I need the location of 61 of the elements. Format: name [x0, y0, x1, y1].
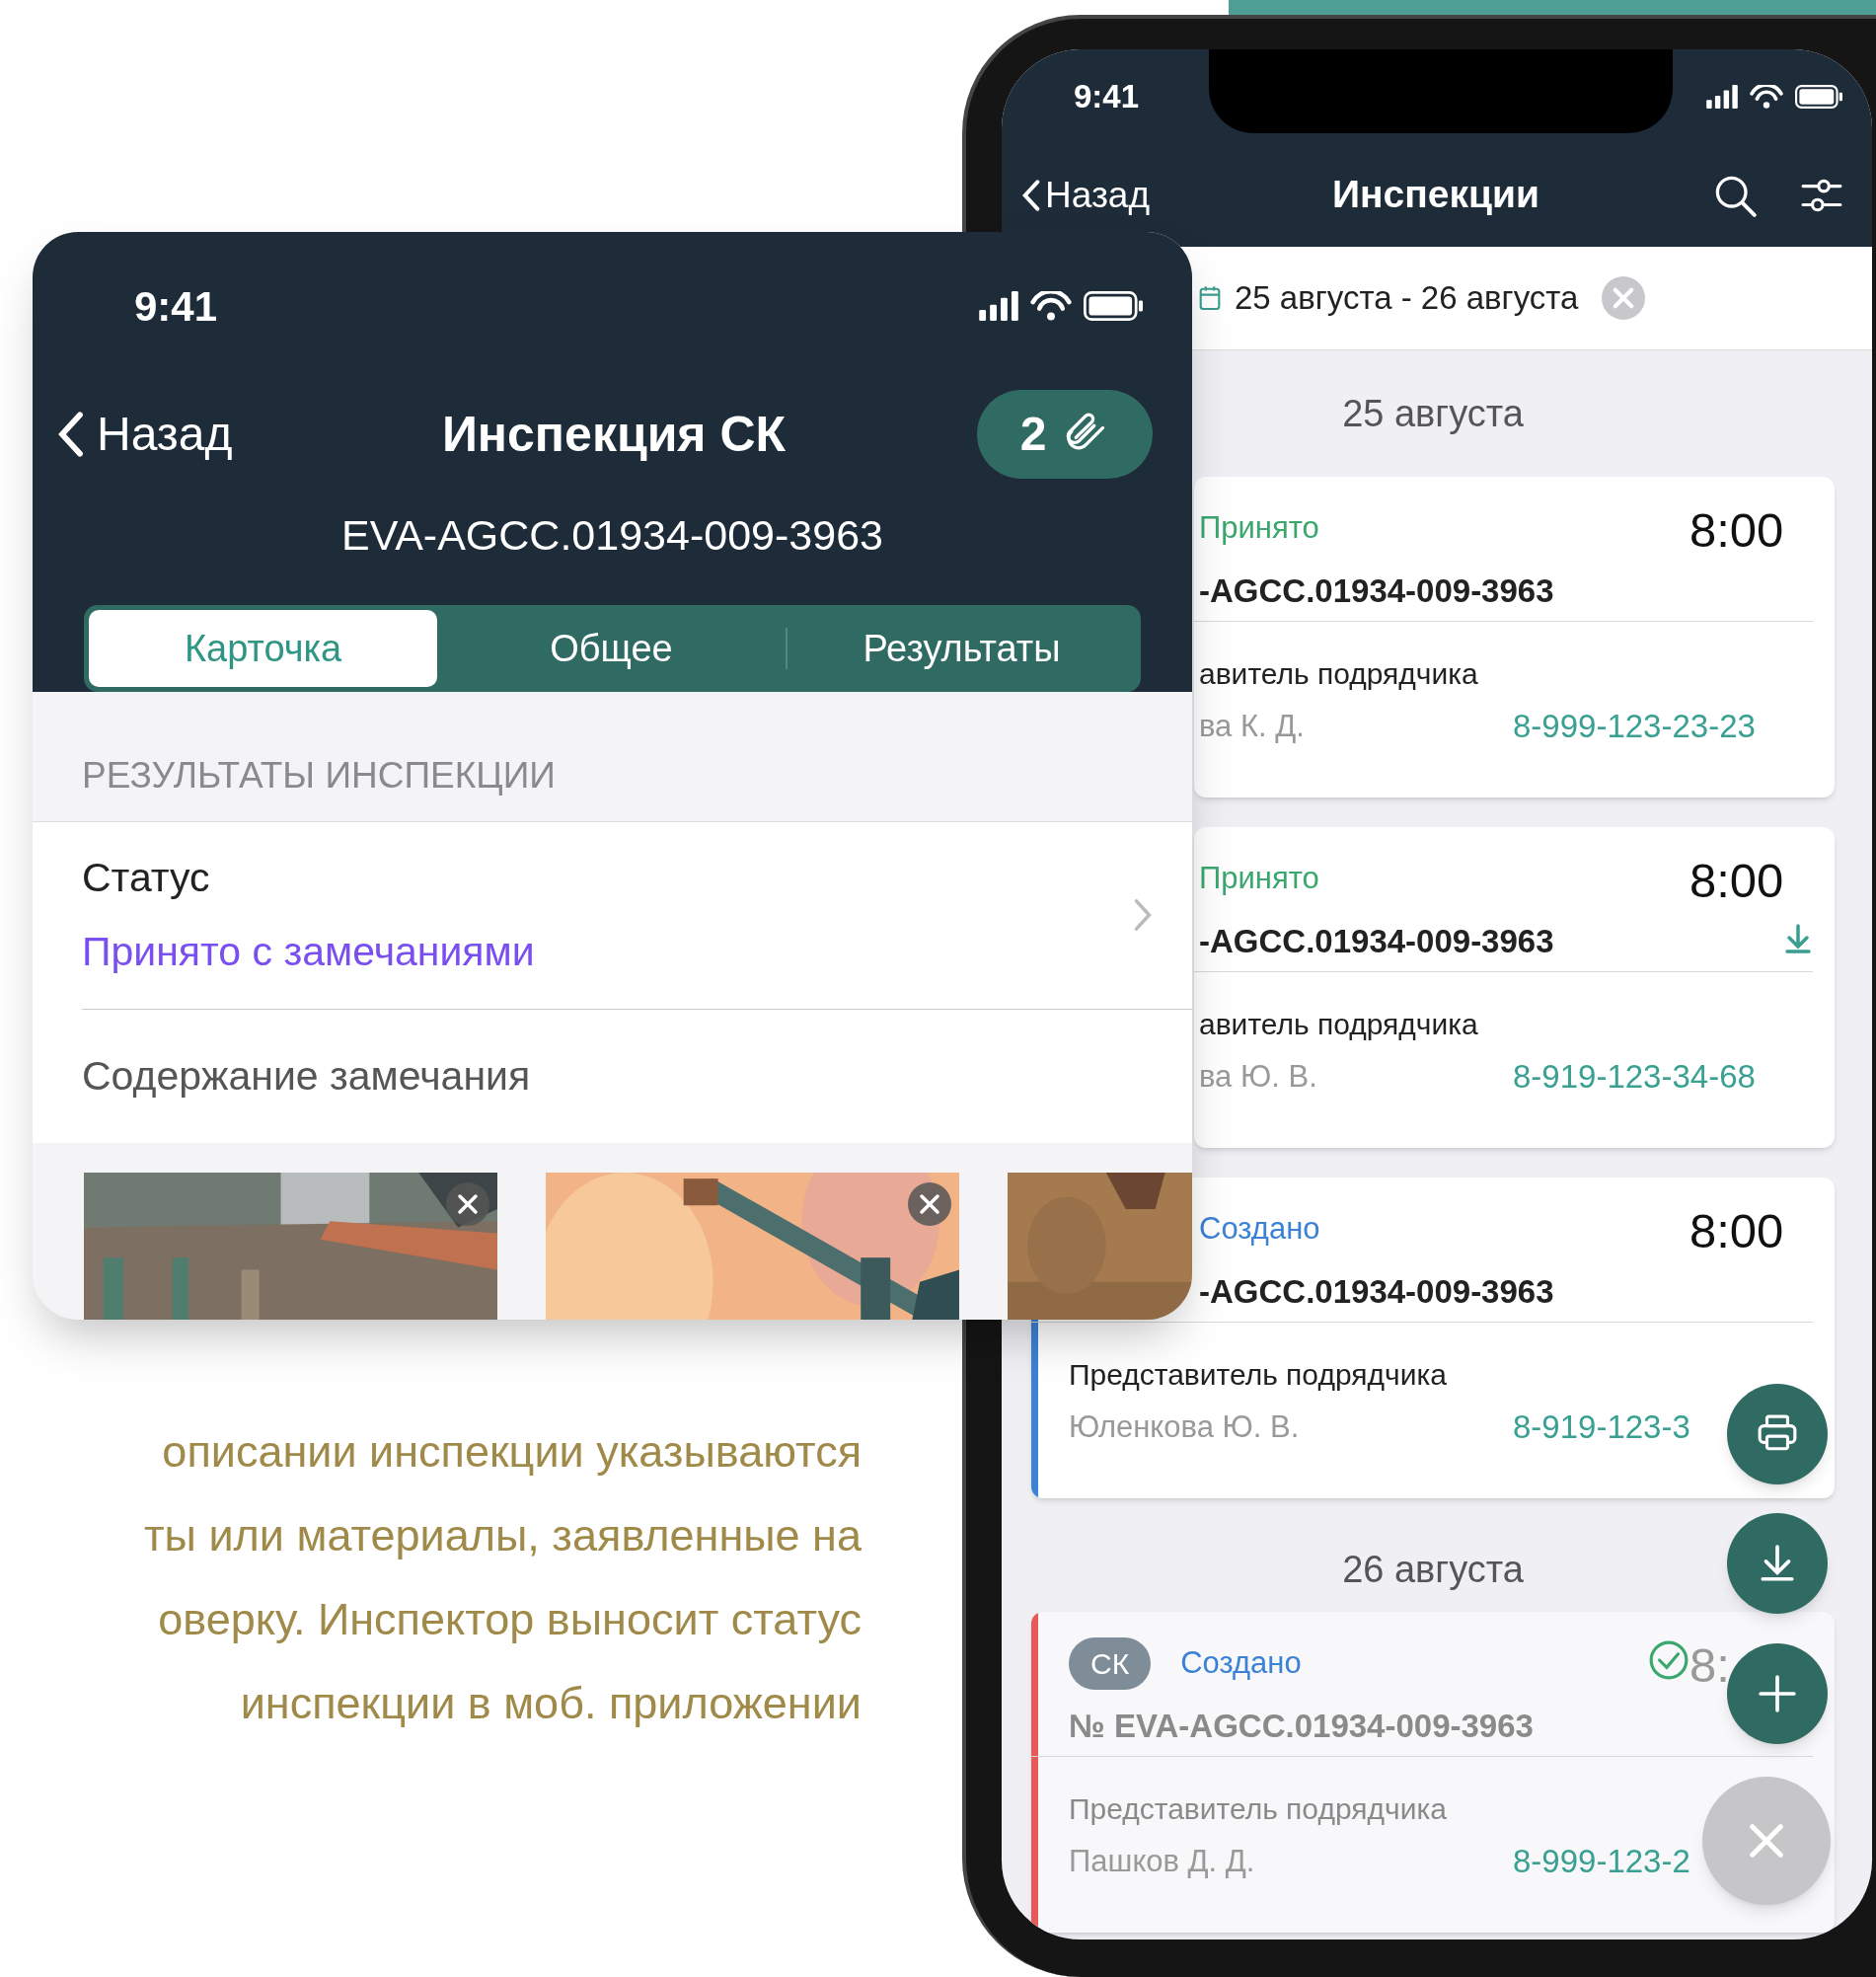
segment-tab[interactable]: Карточка: [89, 610, 437, 687]
battery-icon: [1084, 291, 1143, 321]
inspection-card[interactable]: Принято 8:00 -AGCC.01934-009-3963 авитель подрядчика ва К. Д. 8-999-123-23-23: [1194, 477, 1835, 798]
wifi-icon: [1750, 84, 1783, 109]
plus-icon: [1757, 1673, 1798, 1714]
back-chevron-icon: [1021, 179, 1041, 211]
contractor-label: авитель подрядчика: [1199, 656, 1478, 692]
description-text: описании инспекции указываются ты или материалы, заявленные на оверку. Инспектор выносит статус инспекции в моб. приложении: [142, 1425, 862, 1730]
screen-title: Инспекция СК: [441, 405, 787, 464]
status-label: Принято: [1199, 860, 1319, 898]
contractor-name: Пашков Д. Д.: [1069, 1842, 1255, 1880]
time-text: 8:00: [1689, 1203, 1784, 1259]
contractor-label: авитель подрядчика: [1199, 1007, 1478, 1042]
phone-link[interactable]: 8-919-123-34-68: [1513, 1052, 1756, 1102]
check-circle-icon: [1648, 1639, 1689, 1681]
attachments-button[interactable]: 2: [977, 390, 1153, 479]
inspection-card[interactable]: Принято 8:00 -AGCC.01934-009-3963 авитель подрядчика ва Ю. В. 8-919-123-34-68: [1194, 827, 1835, 1148]
contractor-label: Представитель подрядчика: [1069, 1357, 1447, 1393]
date-range-text: 25 августа - 26 августа: [1235, 278, 1579, 319]
inspection-number: -AGCC.01934-009-3963: [1199, 921, 1554, 961]
time-text: 8:: [1689, 1637, 1730, 1694]
field-label: Содержание замечания: [81, 1051, 532, 1101]
inspection-number: -AGCC.01934-009-3963: [1199, 1271, 1554, 1312]
segment-tab[interactable]: Общее: [437, 610, 786, 687]
back-chevron-icon: [57, 412, 85, 457]
category-badge: СК: [1069, 1637, 1152, 1690]
contractor-name: Юленкова Ю. В.: [1069, 1407, 1300, 1446]
status-time: 9:41: [1074, 76, 1140, 116]
inspection-card[interactable]: СК Создано 8: № EVA-AGCC.01934-009-3963 Представитель подрядчика Пашков Д. Д. 8-999-123-2: [1031, 1612, 1835, 1933]
date-group-header: 25 августа: [1342, 391, 1524, 436]
contractor-name: ва К. Д.: [1199, 707, 1305, 745]
inspection-number: № EVA-AGCC.01934-009-3963: [1069, 1706, 1534, 1746]
signal-icon: [979, 291, 1018, 321]
section-header: РЕЗУЛЬТАТЫ ИНСПЕКЦИИ: [81, 754, 557, 798]
back-button[interactable]: Назад: [1021, 167, 1150, 223]
remove-photo-icon[interactable]: [908, 1181, 951, 1226]
signal-icon: [1706, 84, 1738, 109]
back-button[interactable]: Назад: [57, 399, 233, 470]
contractor-name: ва Ю. В.: [1199, 1057, 1317, 1096]
field-label: Статус: [82, 853, 211, 902]
status-label: Принято: [1199, 509, 1319, 548]
contractor-label: Представитель подрядчика: [1069, 1791, 1447, 1827]
field-value: Принято с замечаниями: [82, 928, 535, 977]
status-label: Создано: [1199, 1210, 1320, 1249]
phone-link[interactable]: 8-999-123-23-23: [1513, 702, 1756, 751]
download-icon[interactable]: [1784, 923, 1812, 954]
date-group-header: 26 августа: [1342, 1548, 1524, 1592]
inspection-number: -AGCC.01934-009-3963: [1199, 570, 1554, 611]
status-row[interactable]: Статус Принято с замечаниями: [82, 821, 1192, 1010]
inspection-number: EVA-AGCC.01934-009-3963: [340, 510, 884, 562]
phone-link[interactable]: 8-919-123-3: [1513, 1403, 1690, 1452]
status-label: Создано: [1180, 1644, 1302, 1683]
status-time: 9:41: [134, 281, 218, 332]
wifi-icon: [1030, 291, 1072, 321]
segment-tab[interactable]: Результаты: [788, 610, 1136, 687]
time-text: 8:00: [1689, 502, 1784, 559]
screen-title: Инспекции: [1332, 172, 1539, 218]
battery-icon: [1795, 84, 1842, 109]
remove-photo-icon[interactable]: [446, 1181, 489, 1226]
time-text: 8:00: [1689, 853, 1784, 909]
chevron-right-icon: [1133, 897, 1153, 934]
